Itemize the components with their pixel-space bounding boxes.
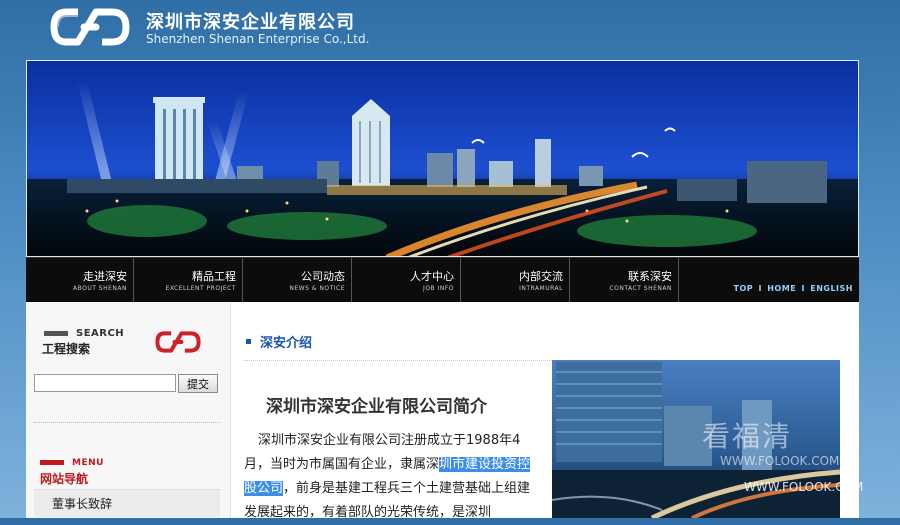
top-link[interactable]: TOP: [734, 284, 754, 293]
nav-item-contact[interactable]: 联系深安 CONTACT SHENAN: [570, 258, 679, 303]
home-link[interactable]: HOME: [767, 284, 796, 293]
chain-link-logo-icon: [155, 331, 201, 353]
chain-link-logo-icon[interactable]: [48, 4, 132, 50]
site-header: 深圳市深安企业有限公司 Shenzhen Shenan Enterprise C…: [0, 0, 900, 60]
content-area: SEARCH 工程搜索 提交 MENU 网站导航 董事长致辞 深安介绍 深圳市深…: [26, 302, 859, 520]
article-title: 深圳市深安企业有限公司简介: [266, 397, 487, 417]
nav-item-label: 走进深安: [83, 270, 127, 283]
sidebar-item-chairman-speech[interactable]: 董事长致辞: [34, 489, 220, 517]
nav-item-label: 联系深安: [628, 270, 672, 283]
nav-item-sublabel: INTRAMURAL: [519, 285, 563, 292]
search-submit-button[interactable]: 提交: [178, 374, 218, 393]
nav-item-sublabel: ABOUT SHENAN: [73, 285, 127, 292]
section-title: 深安介绍: [260, 336, 313, 351]
article-text: ，前身是基建工程兵三个土建营基础上组建发展起来的，有着部队的光荣传统，是深圳: [244, 481, 531, 520]
nav-item-jobs[interactable]: 人才中心 JOB INFO: [352, 258, 461, 303]
nav-item-sublabel: EXCELLENT PROJECT: [165, 285, 236, 292]
section-dash: [44, 331, 68, 336]
nav-item-sublabel: JOB INFO: [423, 285, 454, 292]
nav-item-news[interactable]: 公司动态 NEWS & NOTICE: [243, 258, 352, 303]
bullet-square-icon: [246, 339, 251, 344]
nav-item-projects[interactable]: 精品工程 EXCELLENT PROJECT: [134, 258, 243, 303]
company-name-en: Shenzhen Shenan Enterprise Co.,Ltd.: [146, 32, 370, 46]
city-night-banner: [26, 60, 859, 257]
search-title-en: SEARCH: [76, 328, 125, 339]
menu-dash: [40, 460, 64, 465]
nav-item-label: 公司动态: [301, 270, 345, 283]
search-input[interactable]: [34, 374, 176, 392]
top-link-separator: I: [801, 284, 805, 293]
main-nav: 走进深安 ABOUT SHENAN 精品工程 EXCELLENT PROJECT…: [26, 257, 859, 303]
nav-item-sublabel: NEWS & NOTICE: [289, 285, 345, 292]
nav-item-sublabel: CONTACT SHENAN: [609, 285, 672, 292]
nav-item-label: 内部交流: [519, 270, 563, 283]
nav-item-label: 精品工程: [192, 270, 236, 283]
company-name-cn: 深圳市深安企业有限公司: [146, 12, 355, 33]
english-link[interactable]: ENGLISH: [810, 284, 853, 293]
nav-item-about[interactable]: 走进深安 ABOUT SHENAN: [26, 258, 134, 303]
menu-title-cn: 网站导航: [40, 472, 89, 486]
article-body: 深圳市深安企业有限公司注册成立于1988年4月，当时为市属国有企业，隶属深圳市建…: [244, 429, 540, 525]
banner-image: [27, 61, 858, 256]
sidebar: SEARCH 工程搜索 提交 MENU 网站导航 董事长致辞: [26, 302, 231, 518]
search-title-cn: 工程搜索: [42, 342, 91, 356]
top-link-separator: I: [758, 284, 762, 293]
top-links: TOP I HOME I ENGLISH: [734, 284, 853, 293]
nav-item-intramural[interactable]: 内部交流 INTRAMURAL: [461, 258, 570, 303]
nav-item-label: 人才中心: [410, 270, 454, 283]
photo-image: [552, 360, 840, 518]
menu-title-en: MENU: [72, 458, 104, 468]
sidebar-divider: [34, 422, 220, 423]
company-building-photo: [552, 360, 840, 518]
